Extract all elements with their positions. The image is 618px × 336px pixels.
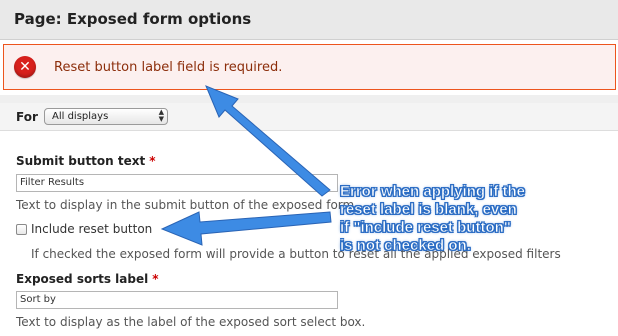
annotation-callout: Error when applying if the reset label i… <box>340 183 600 255</box>
annotation-line: reset label is blank, even <box>340 201 517 219</box>
annotation-line: Error when applying if the <box>340 183 526 201</box>
annotation-line: is not checked on. <box>340 237 471 255</box>
annotation-arrows <box>160 85 332 246</box>
annotation-arrow-to-checkbox <box>160 211 332 246</box>
annotation-arrow-to-error <box>205 85 331 197</box>
annotation-line: if "include reset button" <box>340 219 512 237</box>
